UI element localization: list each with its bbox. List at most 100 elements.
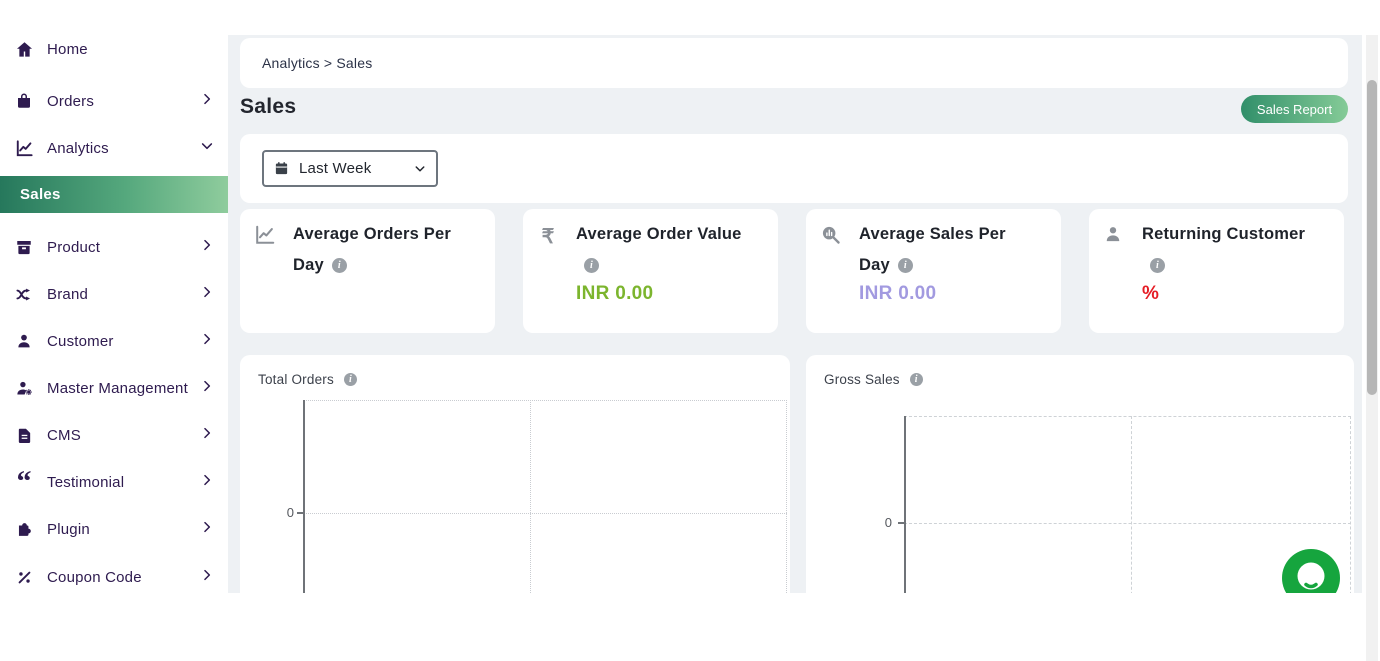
person-icon [14, 331, 34, 351]
chart-y-tick-label: 0 [866, 515, 892, 530]
chevron-right-icon [200, 426, 214, 445]
product-box-icon [14, 237, 34, 257]
chart-gridline [530, 400, 531, 593]
metric-title: Average Order Valuei [576, 219, 756, 281]
content-panel: Analytics > Sales Sales Sales Report Las… [228, 35, 1362, 593]
sidebar-item-customer[interactable]: Customer [0, 327, 228, 355]
sidebar-item-cms[interactable]: CMS [0, 421, 228, 449]
chart-title-text: Gross Sales [824, 372, 900, 387]
metric-value: INR 0.00 [576, 283, 653, 305]
metric-card-average-sales-per-day: Average Sales Per Dayi INR 0.00 [806, 209, 1061, 333]
sidebar-item-label: Master Management [47, 380, 188, 397]
line-chart-icon [14, 138, 34, 158]
sidebar-item-label: Product [47, 239, 100, 256]
sidebar-item-label: Analytics [47, 140, 109, 157]
breadcrumb[interactable]: Analytics > Sales [262, 55, 372, 71]
chart-y-tick-label: 0 [268, 505, 294, 520]
chart-title: Total Orders i [258, 372, 357, 387]
sidebar-item-label: Orders [47, 93, 94, 110]
home-icon [14, 39, 34, 59]
puzzle-icon [14, 519, 34, 539]
chevron-right-icon [200, 332, 214, 351]
chevron-right-icon [200, 473, 214, 492]
chart-gridline [303, 400, 787, 401]
chart-y-tick [898, 522, 904, 524]
metric-title-text: Average Orders Per Day [293, 225, 451, 274]
chevron-right-icon [200, 92, 214, 111]
chart-gridline [1131, 416, 1132, 593]
search-chart-icon [820, 224, 842, 246]
filter-card: Last Week [240, 134, 1348, 203]
metric-title-text: Average Sales Per Day [859, 225, 1006, 274]
period-select-value: Last Week [299, 160, 371, 177]
vertical-scrollbar-track[interactable] [1366, 35, 1378, 661]
person-icon [1103, 224, 1125, 246]
chevron-right-icon [200, 285, 214, 304]
sales-report-button[interactable]: Sales Report [1241, 95, 1348, 123]
sidebar-item-sales-active[interactable]: Sales [0, 176, 228, 213]
chart-y-axis [904, 416, 906, 593]
sidebar-item-label: CMS [47, 427, 81, 444]
chart-y-axis [303, 400, 305, 593]
chart-zero-gridline [904, 523, 1351, 524]
info-icon[interactable]: i [584, 258, 599, 273]
metric-card-returning-customer: Returning Customer i % [1089, 209, 1344, 333]
total-orders-chart-card: Total Orders i 0 [240, 355, 790, 593]
sidebar: Home Orders Analytics Sales Product [0, 0, 228, 661]
gross-sales-chart-card: Gross Sales i 0 [806, 355, 1354, 593]
sidebar-item-brand[interactable]: Brand [0, 280, 228, 308]
line-chart-icon [254, 224, 276, 246]
chart-gridline [904, 416, 1351, 417]
sidebar-item-label: Sales [20, 186, 61, 203]
chart-gridline [786, 400, 787, 593]
sidebar-item-label: Home [47, 41, 88, 58]
sidebar-item-label: Plugin [47, 521, 90, 538]
info-icon[interactable]: i [910, 373, 923, 386]
sidebar-item-product[interactable]: Product [0, 233, 228, 261]
info-icon[interactable]: i [344, 373, 357, 386]
info-icon[interactable]: i [1150, 258, 1165, 273]
sidebar-item-home[interactable]: Home [0, 35, 228, 63]
person-gear-icon [14, 378, 34, 398]
calendar-icon [274, 161, 289, 176]
metric-title: Average Orders Per Dayi [293, 219, 473, 281]
sidebar-item-testimonial[interactable]: “ Testimonial [0, 468, 228, 496]
shuffle-icon [14, 284, 34, 304]
metric-title: Returning Customer i [1142, 219, 1322, 281]
document-icon [14, 425, 34, 445]
metric-card-average-order-value: ₹ Average Order Valuei INR 0.00 [523, 209, 778, 333]
sidebar-item-label: Customer [47, 333, 114, 350]
sidebar-item-analytics[interactable]: Analytics [0, 134, 228, 162]
rupee-icon: ₹ [537, 224, 559, 246]
info-icon[interactable]: i [332, 258, 347, 273]
main-content: Analytics > Sales Sales Sales Report Las… [228, 0, 1380, 661]
period-select[interactable]: Last Week [262, 150, 438, 187]
info-icon[interactable]: i [898, 258, 913, 273]
vertical-scrollbar-thumb[interactable] [1367, 80, 1377, 395]
metric-value: % [1142, 283, 1159, 305]
percent-icon [14, 567, 34, 587]
chart-zero-gridline [303, 513, 787, 514]
sidebar-item-plugin[interactable]: Plugin [0, 515, 228, 543]
chevron-right-icon [200, 379, 214, 398]
chart-title: Gross Sales i [824, 372, 923, 387]
sidebar-item-orders[interactable]: Orders [0, 87, 228, 115]
chart-gridline [1350, 416, 1351, 593]
chevron-right-icon [200, 520, 214, 539]
chart-y-tick [297, 512, 303, 514]
sidebar-item-label: Brand [47, 286, 88, 303]
metric-card-average-orders-per-day: Average Orders Per Dayi [240, 209, 495, 333]
page-title: Sales [240, 95, 296, 119]
metric-title: Average Sales Per Dayi [859, 219, 1039, 281]
chart-title-text: Total Orders [258, 372, 334, 387]
chat-smiley-icon [1282, 549, 1340, 593]
breadcrumb-card: Analytics > Sales [240, 38, 1348, 88]
sidebar-item-label: Coupon Code [47, 569, 142, 586]
metric-title-text: Returning Customer [1142, 225, 1305, 243]
chat-widget-button[interactable] [1282, 549, 1340, 593]
sidebar-item-master-management[interactable]: Master Management [0, 374, 228, 402]
shopping-bag-icon [14, 91, 34, 111]
quote-icon: “ [14, 472, 34, 492]
sidebar-item-label: Testimonial [47, 474, 124, 491]
sidebar-item-coupon-code[interactable]: Coupon Code [0, 563, 228, 591]
